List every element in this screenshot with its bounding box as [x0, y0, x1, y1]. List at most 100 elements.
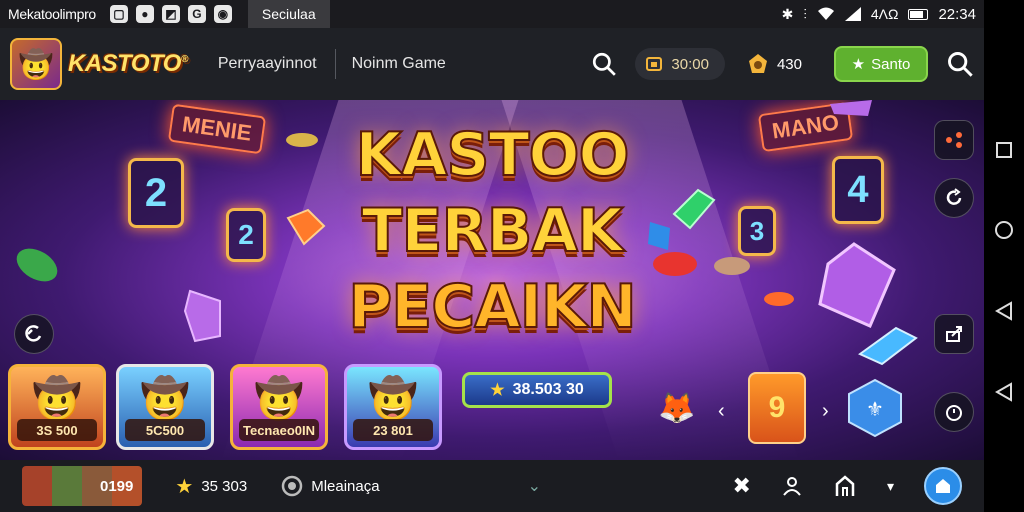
game-card-label: 23 801 [353, 419, 433, 441]
signal-icon [844, 7, 861, 21]
orange-gem-icon [286, 208, 326, 246]
export-button[interactable] [934, 314, 974, 354]
thumbnail-strip[interactable]: 0199 [22, 466, 142, 506]
status-bar: Mekatoolimpro ▢ ● ◩ G ◉ Seciulaa ✱ ⫶ 4ΛΩ… [0, 0, 984, 28]
score-value: 38.503 30 [512, 381, 584, 398]
blue-gem-icon [858, 326, 918, 366]
spinner-icon [281, 475, 303, 497]
badge-value: 430 [776, 55, 802, 73]
chevron-down-icon[interactable]: ▾ [887, 478, 894, 495]
export-icon [946, 326, 962, 342]
nav-link-2[interactable]: Noinm Game [352, 55, 446, 73]
game-card[interactable]: 🤠 Tecnaeo0IN [230, 364, 328, 450]
bottom-bar: 0199 ★ 35 303 Mleainaça ⌄ ✖ ▾ [0, 460, 984, 512]
search-icon[interactable] [591, 51, 617, 77]
home-circle-icon[interactable] [994, 220, 1014, 240]
status-time: 22:34 [938, 5, 976, 23]
home-icon[interactable] [833, 474, 857, 498]
app-header: 🤠 KASTOTO® Perryaayinnot Noinm Game 30:0… [0, 28, 984, 100]
fox-tile-icon[interactable]: 🦊 [648, 372, 706, 444]
purple-gem-icon [183, 289, 221, 343]
wallet-icon [646, 57, 663, 71]
status-notification-icons: ▢ ● ◩ G ◉ [109, 5, 232, 23]
bottom-actions: ✖ ▾ [733, 467, 962, 505]
number-block-icon[interactable]: 9 [748, 372, 806, 444]
hex-tile-icon[interactable]: ⚜ [846, 372, 904, 444]
cowboy-avatar: 🤠 [254, 377, 304, 421]
square-icon: ▢ [109, 5, 128, 23]
coin-value: 30:00 [671, 55, 709, 73]
nav-divider [334, 49, 336, 79]
signal-text: 4ΛΩ [870, 6, 899, 22]
back-button[interactable] [14, 314, 54, 354]
circle-icon: ● [135, 5, 154, 23]
share-icon [946, 132, 962, 148]
vibrate-icon: ⫶ [803, 5, 807, 22]
hero-banner[interactable]: MENIE MANO 2 2 4 3 KASTOO TERBAK PECAIKN… [0, 100, 984, 460]
refresh-button[interactable] [934, 178, 974, 218]
orange-gem-icon [764, 292, 794, 306]
puzzle-icon[interactable]: ✖ [733, 473, 751, 499]
cowboy-avatar: 🤠 [140, 377, 190, 421]
cowboy-avatar: 🤠 [32, 377, 82, 421]
status-right: ✱ ⫶ 4ΛΩ 22:34 [782, 6, 976, 23]
game-card[interactable]: 🤠 23 801 [344, 364, 442, 450]
status-app-name: Mekatoolimpro [8, 6, 96, 22]
star-icon: ★ [175, 475, 194, 498]
menu-link[interactable]: Mleainaça [281, 475, 380, 497]
thumbnail [52, 466, 82, 506]
gallery-icon: ◩ [161, 5, 180, 23]
green-gem-icon [672, 188, 716, 230]
share-button[interactable] [934, 120, 974, 160]
thumbnail [22, 466, 52, 506]
recents-icon[interactable] [995, 141, 1013, 159]
user-icon[interactable] [781, 475, 803, 497]
nav-link-1[interactable]: Perryaayinnot [218, 55, 317, 73]
thumbnail-value: 0199 [100, 477, 134, 495]
stone-icon [714, 257, 750, 275]
score-display[interactable]: ★ 38.503 30 [462, 372, 612, 408]
game-card-label: Tecnaeo0IN [239, 419, 319, 441]
menu-label: Mleainaça [311, 477, 380, 495]
back-triangle-icon[interactable] [995, 300, 1013, 321]
registered-icon: ® [180, 54, 188, 65]
purple-gem-icon [830, 100, 872, 116]
timer-button[interactable] [934, 392, 974, 432]
chevron-left-icon[interactable]: ‹ [718, 400, 725, 423]
svg-text:⚜: ⚜ [866, 397, 884, 421]
chevron-right-icon[interactable]: › [822, 400, 829, 423]
o-icon: ◉ [213, 5, 232, 23]
back-triangle-icon[interactable] [995, 381, 1013, 402]
home-icon [936, 479, 950, 493]
wifi-icon [817, 7, 834, 20]
status-tab-label: Seciulaa [261, 6, 316, 22]
santo-button-label: Santo [871, 55, 911, 73]
game-card-label: 5C500 [125, 419, 205, 441]
status-tab[interactable]: Seciulaa [247, 0, 330, 28]
game-card[interactable]: 🤠 3S 500 [8, 364, 106, 450]
home-fab-button[interactable] [924, 467, 962, 505]
medal-icon [748, 54, 767, 73]
logo-text: KASTOTO [68, 50, 181, 77]
coin-balance[interactable]: 30:00 [635, 48, 725, 80]
star-icon: ★ [851, 56, 866, 73]
star-value: 35 303 [201, 477, 248, 495]
refresh-icon [946, 188, 962, 205]
game-card-label: 3S 500 [17, 419, 97, 441]
chip-icon [16, 248, 58, 282]
purple-gem-icon [818, 242, 896, 328]
gold-coin-icon [286, 133, 318, 147]
logo-avatar[interactable]: 🤠 [10, 38, 62, 90]
app-logo[interactable]: KASTOTO® [68, 50, 188, 78]
header-right: 30:00 430 ★ Santo [591, 46, 974, 82]
badge-balance[interactable]: 430 [747, 53, 802, 75]
game-card[interactable]: 🤠 5C500 [116, 364, 214, 450]
cowboy-avatar: 🤠 [368, 377, 418, 421]
search-icon[interactable] [946, 50, 974, 78]
android-nav-bar [984, 0, 1024, 512]
red-gem-icon [653, 252, 697, 276]
star-balance[interactable]: ★ 35 303 [175, 474, 247, 499]
back-arrow-icon [25, 325, 42, 342]
chevron-down-icon[interactable]: ⌄ [528, 476, 541, 496]
santo-button[interactable]: ★ Santo [834, 46, 928, 82]
